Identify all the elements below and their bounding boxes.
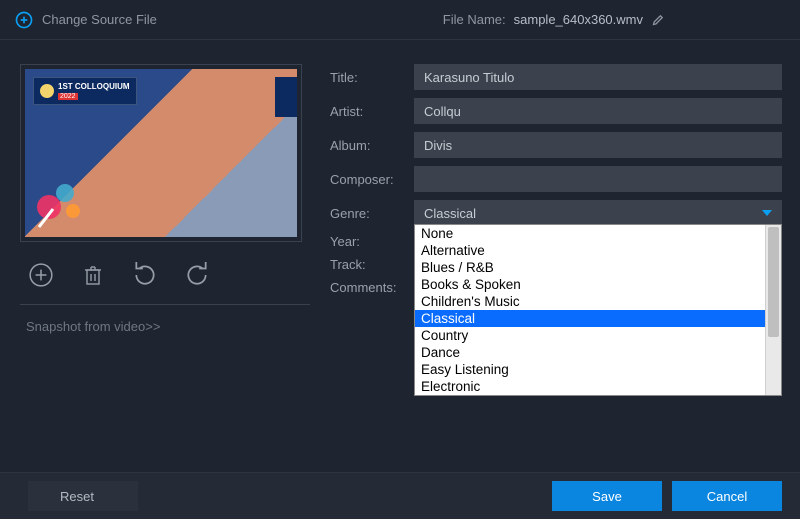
add-button[interactable] — [26, 260, 56, 290]
genre-selected-value: Classical — [424, 206, 476, 221]
delete-button[interactable] — [78, 260, 108, 290]
genre-option[interactable]: Country — [415, 327, 765, 344]
file-name-value: sample_640x360.wmv — [514, 12, 643, 27]
genre-option[interactable]: Alternative — [415, 242, 765, 259]
album-label: Album: — [330, 138, 414, 153]
footer-bar: Reset Save Cancel — [0, 472, 800, 519]
artist-input[interactable] — [414, 98, 782, 124]
title-label: Title: — [330, 70, 414, 85]
chevron-down-icon — [762, 210, 772, 216]
comments-label: Comments: — [330, 280, 414, 295]
genre-option[interactable]: Electronic — [415, 378, 765, 395]
plus-circle-icon — [14, 10, 34, 30]
genre-option[interactable]: Books & Spoken — [415, 276, 765, 293]
edit-icon[interactable] — [651, 12, 666, 27]
genre-option[interactable]: Blues / R&B — [415, 259, 765, 276]
left-panel: 1ST COLLOQUIUM 2022 Snapshot fro — [20, 64, 310, 472]
snapshot-link[interactable]: Snapshot from video>> — [20, 319, 310, 334]
album-input[interactable] — [414, 132, 782, 158]
top-bar: Change Source File File Name: sample_640… — [0, 0, 800, 40]
composer-label: Composer: — [330, 172, 414, 187]
thumbnail-logo-icon — [40, 84, 54, 98]
track-label: Track: — [330, 257, 414, 272]
composer-input[interactable] — [414, 166, 782, 192]
genre-option[interactable]: Children's Music — [415, 293, 765, 310]
genre-select[interactable]: Classical — [414, 200, 782, 226]
trash-icon — [81, 263, 105, 287]
file-name-label: File Name: — [443, 12, 506, 27]
genre-option[interactable]: None — [415, 225, 765, 242]
change-source-label: Change Source File — [42, 12, 157, 27]
rotate-cw-button[interactable] — [182, 260, 212, 290]
save-button[interactable]: Save — [552, 481, 662, 511]
thumbnail-edge-decor — [275, 77, 297, 117]
title-input[interactable] — [414, 64, 782, 90]
metadata-form: Title: Artist: Album: Composer: Genre: C… — [330, 64, 782, 472]
video-thumbnail[interactable]: 1ST COLLOQUIUM 2022 — [25, 69, 297, 237]
thumbnail-banner-year: 2022 — [58, 93, 78, 100]
rotate-ccw-icon — [132, 262, 158, 288]
genre-dropdown-list: NoneAlternativeBlues / R&BBooks & Spoken… — [415, 225, 765, 395]
year-label: Year: — [330, 234, 414, 249]
rotate-ccw-button[interactable] — [130, 260, 160, 290]
genre-option[interactable]: Dance — [415, 344, 765, 361]
plus-circle-icon — [28, 262, 54, 288]
genre-label: Genre: — [330, 206, 414, 221]
main-area: 1ST COLLOQUIUM 2022 Snapshot fro — [0, 40, 800, 472]
file-name-area: File Name: sample_640x360.wmv — [443, 12, 666, 27]
gears-icon — [31, 169, 91, 229]
dropdown-scrollbar[interactable] — [765, 225, 781, 395]
thumbnail-frame: 1ST COLLOQUIUM 2022 — [20, 64, 302, 242]
genre-dropdown: NoneAlternativeBlues / R&BBooks & Spoken… — [414, 224, 782, 396]
dropdown-scroll-thumb[interactable] — [768, 227, 779, 337]
thumbnail-banner: 1ST COLLOQUIUM 2022 — [33, 77, 137, 105]
thumbnail-banner-title: 1ST COLLOQUIUM — [58, 82, 130, 91]
genre-option[interactable]: Classical — [415, 310, 765, 327]
rotate-cw-icon — [184, 262, 210, 288]
genre-option[interactable]: Easy Listening — [415, 361, 765, 378]
artist-label: Artist: — [330, 104, 414, 119]
cancel-button[interactable]: Cancel — [672, 481, 782, 511]
reset-button[interactable]: Reset — [28, 481, 138, 511]
thumbnail-tools — [20, 242, 310, 305]
change-source-button[interactable]: Change Source File — [14, 10, 157, 30]
